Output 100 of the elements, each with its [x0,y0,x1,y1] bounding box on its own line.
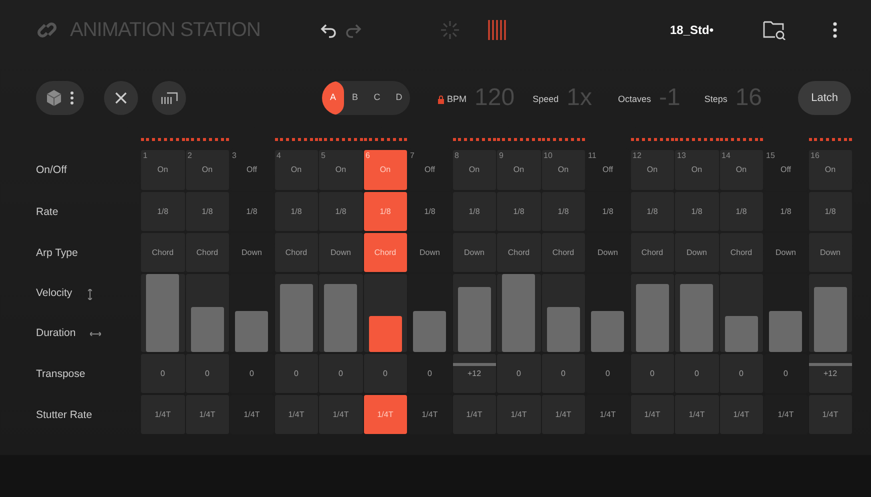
redo-icon[interactable] [344,22,362,38]
step-toggle[interactable]: 12 On [630,150,674,190]
step-toggle[interactable]: 10 On [542,150,585,190]
folder-search-icon[interactable] [763,20,787,40]
velocity-track[interactable] [452,274,496,352]
rate-cell[interactable]: 1/8 [452,192,496,231]
velocity-bar[interactable] [591,310,624,352]
step-toggle[interactable]: 5 On [319,150,362,190]
tools-button[interactable] [104,81,138,115]
transpose-cell[interactable]: +12 [808,354,852,393]
arp-type-cell[interactable]: Chord [274,233,318,272]
step-number: 12 [632,150,642,162]
step-toggle[interactable]: 2 On [186,150,229,190]
step-number: 8 [454,150,459,162]
rate-cell[interactable]: 1/8 [274,192,318,231]
step-toggle[interactable]: 8 On [452,150,496,190]
stutter-rate-cell[interactable]: 1/4T [542,395,585,434]
rate-cell[interactable]: 1/8 [720,192,763,231]
transpose-cell[interactable]: 0 [630,354,674,393]
velocity-track[interactable] [630,274,674,352]
stutter-rate-cell[interactable]: 1/4T [675,395,718,434]
velocity-track[interactable] [808,274,852,352]
velocity-track[interactable] [186,274,229,352]
transpose-cell[interactable]: 0 [497,354,540,393]
arp-type-cell[interactable]: Down [319,233,362,272]
velocity-track[interactable] [364,274,407,352]
velocity-track[interactable] [319,274,362,352]
step-state: On [736,164,747,176]
velocity-bar[interactable] [413,310,446,352]
undo-icon[interactable] [320,22,338,38]
pattern-tab[interactable]: A [322,81,344,115]
velocity-bar[interactable] [235,310,268,352]
step-number: 10 [544,150,552,162]
step-toggle[interactable]: 14 On [720,150,763,190]
rate-cell[interactable]: 1/8 [319,192,362,231]
stutter-rate-cell[interactable]: 1/4T [274,395,318,434]
rate-cell[interactable]: 1/8 [675,192,718,231]
preset-name[interactable]: 18_Std• [670,21,714,39]
transpose-value: 0 [428,368,432,380]
arp-type-cell[interactable]: Chord [141,233,184,272]
stutter-rate-cell[interactable]: 1/4T [720,395,763,434]
arp-type-cell[interactable]: Chord [186,233,229,272]
transpose-cell[interactable]: 0 [542,354,585,393]
transpose-cell[interactable]: 0 [319,354,362,393]
randomize-button[interactable] [36,81,84,115]
transpose-cell[interactable]: 0 [274,354,318,393]
step-toggle[interactable]: 16 On [808,150,852,190]
arp-type-cell[interactable]: Down [452,233,496,272]
step-toggle[interactable]: 13 On [675,150,718,190]
velocity-bar[interactable] [546,306,580,352]
transpose-value: 0 [160,368,165,380]
arp-type-cell[interactable]: Chord [542,233,585,272]
pattern-tab[interactable]: D [388,81,410,115]
rate-cell[interactable]: 1/8 [542,192,585,231]
stutter-rate-cell[interactable]: 1/4T [319,395,362,434]
arp-type-cell[interactable]: Down [675,233,718,272]
step-state: On [202,164,213,176]
transpose-cell[interactable]: 0 [675,354,718,393]
pattern-tab[interactable]: C [366,81,388,115]
step-toggle[interactable]: 9 On [497,150,540,190]
lock-icon[interactable] [438,95,444,104]
velocity-track[interactable] [720,274,763,352]
stutter-rate-cell[interactable]: 1/4T [141,395,184,434]
transpose-cell[interactable]: 0 [364,354,407,393]
transpose-cell[interactable]: 0 [720,354,763,393]
step-bars-icon[interactable] [488,19,506,41]
step-toggle[interactable]: 1 On [141,150,184,190]
rate-cell[interactable]: 1/8 [186,192,229,231]
arp-type-cell[interactable]: Chord [497,233,540,272]
rate-cell[interactable]: 1/8 [630,192,674,231]
stutter-rate-cell[interactable]: 1/4T [452,395,496,434]
stutter-rate-cell[interactable]: 1/4T [497,395,540,434]
horizontal-arrows-icon [90,332,101,336]
velocity-bar[interactable] [190,306,224,352]
stutter-rate-cell[interactable]: 1/4T [808,395,852,434]
velocity-track[interactable] [675,274,718,352]
step-number: 9 [499,150,504,162]
stutter-rate-cell[interactable]: 1/4T [186,395,229,434]
step-number: 6 [366,150,370,162]
pattern-tab[interactable]: B [344,81,366,115]
velocity-bar[interactable] [769,310,802,352]
rate-cell[interactable]: 1/8 [808,192,852,231]
arp-type-cell[interactable]: Chord [630,233,674,272]
transpose-cell[interactable]: +12 [452,354,496,393]
transpose-cell[interactable]: 0 [186,354,229,393]
transpose-cell[interactable]: 0 [141,354,184,393]
latch-button[interactable]: Latch [798,81,851,115]
rate-cell[interactable]: 1/8 [141,192,184,231]
rate-cell[interactable]: 1/8 [497,192,540,231]
stutter-rate-cell[interactable]: 1/4T [630,395,674,434]
row-label: Arp Type [36,246,78,261]
transpose-value: 0 [383,368,388,380]
velocity-track[interactable] [542,274,585,352]
velocity-track[interactable] [274,274,318,352]
more-icon[interactable] [833,22,837,38]
step-state: On [290,164,302,176]
step-toggle[interactable]: 4 On [274,150,318,190]
grid-button[interactable] [152,81,186,115]
arp-type-cell[interactable]: Chord [720,233,763,272]
arp-type-cell[interactable]: Down [808,233,852,272]
